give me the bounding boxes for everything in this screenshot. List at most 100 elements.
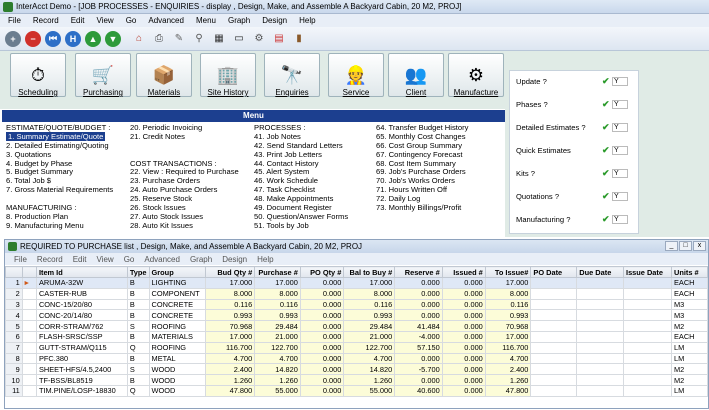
menu-file[interactable]: File: [2, 16, 27, 25]
monitor-icon[interactable]: ▭: [231, 31, 247, 47]
column-header[interactable]: [5, 266, 23, 278]
option-value-field[interactable]: Y: [612, 191, 628, 201]
option-value-field[interactable]: Y: [612, 76, 628, 86]
module-label[interactable]: Client: [384, 88, 448, 97]
submenu-view[interactable]: View: [91, 255, 118, 264]
column-header[interactable]: Due Date: [576, 266, 625, 278]
home-record-icon[interactable]: H: [65, 30, 81, 47]
module-label[interactable]: Materials: [132, 88, 196, 97]
maximize-button[interactable]: □: [679, 241, 692, 251]
minimize-button[interactable]: _: [665, 241, 678, 251]
menu-item-selected[interactable]: 1. Summary Estimate/Quote: [6, 131, 106, 141]
table-row[interactable]: 6 FLASH-SRSC/SSP B MATERIALS 17.000 21.000 0.0…: [5, 330, 709, 343]
table-row[interactable]: 8 PFC.380 B METAL 4.700 4.700 0.000 4.700 0.000 0…: [5, 352, 709, 365]
module-label[interactable]: Site History: [196, 88, 260, 97]
column-header[interactable]: PO Date: [530, 266, 578, 278]
module-label[interactable]: Manufacture: [444, 88, 508, 97]
calendar-icon[interactable]: ▤: [271, 31, 287, 47]
menu-menu[interactable]: Menu: [190, 16, 222, 25]
next-record-icon[interactable]: ▼: [105, 30, 121, 47]
submenu-go[interactable]: Go: [119, 255, 140, 264]
module-label[interactable]: Service: [324, 88, 388, 97]
menu-view[interactable]: View: [90, 16, 119, 25]
table-cell: 0.000: [394, 352, 443, 365]
spreadsheet-icon[interactable]: ▦: [211, 31, 227, 47]
module-label[interactable]: Scheduling: [6, 88, 70, 97]
menu-item[interactable]: 7. Gross Material Requirements: [6, 185, 113, 195]
table-cell: WOOD: [148, 363, 207, 376]
table-row[interactable]: 1 ▸ ARUMA-32W B LIGHTING 17.000 17.000 0.000 17.…: [5, 277, 709, 289]
row-number: 3: [5, 298, 23, 311]
column-header[interactable]: Group: [148, 266, 207, 278]
table-row[interactable]: 7 GUTT-STRAM/Q115 Q ROOFING 116.700 122.700 0.…: [5, 341, 709, 354]
menu-help[interactable]: Help: [293, 16, 321, 25]
first-record-icon[interactable]: ⏮: [45, 30, 61, 47]
table-cell: 0.116: [254, 298, 301, 311]
menu-item[interactable]: 73. Monthly Billings/Profit: [376, 203, 468, 213]
column-header[interactable]: Item Id: [35, 266, 128, 278]
table-cell: [530, 309, 578, 322]
table-cell: WOOD: [148, 374, 207, 386]
menu-graph[interactable]: Graph: [222, 16, 256, 25]
menu-record[interactable]: Record: [27, 16, 65, 25]
exit-door-icon[interactable]: ▮: [291, 31, 307, 47]
delete-record-icon[interactable]: −: [25, 30, 41, 47]
menu-go[interactable]: Go: [120, 16, 143, 25]
table-cell: [576, 352, 625, 365]
menu-design[interactable]: Design: [256, 16, 293, 25]
submenu-edit[interactable]: Edit: [68, 255, 92, 264]
option-value-field[interactable]: Y: [612, 168, 628, 178]
menu-item[interactable]: 21. Credit Notes: [130, 132, 239, 142]
edit-tool-icon[interactable]: ✎: [171, 31, 187, 47]
option-value-field[interactable]: Y: [612, 99, 628, 109]
column-header[interactable]: Issued #: [441, 266, 486, 278]
submenu-file[interactable]: File: [9, 255, 32, 264]
table-row[interactable]: 10 TF-BSS/BL8519 B WOOD 1.260 1.260 0.000 1.260…: [5, 374, 709, 386]
printer-icon[interactable]: ⎙: [151, 31, 167, 47]
menu-header: Menu: [2, 110, 505, 122]
table-row[interactable]: 9 SHEET-HFS/4.5,2400 S WOOD 2.400 14.820 0.000…: [5, 363, 709, 376]
table-cell: 0.000: [441, 352, 486, 365]
option-value-field[interactable]: Y: [612, 214, 628, 224]
module-label[interactable]: Purchasing: [71, 88, 135, 97]
menu-item[interactable]: 9. Manufacturing Menu: [6, 221, 113, 231]
menu-item[interactable]: 28. Auto Kit Issues: [130, 221, 239, 231]
column-header[interactable]: Reserve #: [394, 266, 443, 278]
table-row[interactable]: 2 CASTER-RUB B COMPONENT 8.000 8.000 0.000 8.00…: [5, 287, 709, 300]
menu-advanced[interactable]: Advanced: [142, 16, 190, 25]
table-row[interactable]: 4 CONC-20/14/80 B CONCRETE 0.993 0.993 0.000 0.…: [5, 309, 709, 322]
column-header[interactable]: [21, 266, 37, 278]
menu-item[interactable]: 51. Tools by Job: [254, 221, 348, 231]
column-header[interactable]: Bal to Buy #: [343, 266, 396, 278]
close-button[interactable]: x: [693, 241, 706, 251]
add-record-icon[interactable]: +: [5, 30, 21, 47]
table-row[interactable]: 5 CORR-STRAM/762 S ROOFING 70.968 29.484 0.000…: [5, 320, 709, 332]
module-label[interactable]: Enquiries: [260, 88, 324, 97]
submenu-record[interactable]: Record: [32, 255, 68, 264]
settings-gear-icon[interactable]: ⚙: [251, 31, 267, 47]
checkmark-icon: ✔: [602, 144, 610, 155]
home-icon[interactable]: ⌂: [131, 31, 147, 47]
menu-edit[interactable]: Edit: [65, 16, 91, 25]
previous-record-icon[interactable]: ▲: [85, 30, 101, 47]
table-cell: [576, 309, 625, 322]
table-row[interactable]: 11 TIM.PINE/LOSP-18830 Q WOOD 47.800 55.000 0.…: [5, 384, 709, 397]
column-header[interactable]: Units #: [670, 266, 709, 278]
option-value-field[interactable]: Y: [612, 122, 628, 132]
column-header[interactable]: PO Qty #: [299, 266, 345, 278]
option-value-field[interactable]: Y: [612, 145, 628, 155]
column-header[interactable]: Issue Date: [623, 266, 672, 278]
submenu-help[interactable]: Help: [252, 255, 278, 264]
table-cell: M3: [670, 298, 709, 311]
submenu-advanced[interactable]: Advanced: [139, 255, 185, 264]
column-header[interactable]: Type: [126, 266, 150, 278]
table-row[interactable]: 3 CONC-15/20/80 B CONCRETE 0.116 0.116 0.000 0.…: [5, 298, 709, 311]
table-cell: 0.000: [299, 363, 345, 376]
column-header[interactable]: To Issue#: [484, 266, 532, 278]
table-cell: B: [126, 374, 150, 386]
search-icon[interactable]: ⚲: [191, 31, 207, 47]
submenu-design[interactable]: Design: [217, 255, 252, 264]
column-header[interactable]: Bud Qty #: [205, 266, 256, 278]
column-header[interactable]: Purchase #: [254, 266, 301, 278]
submenu-graph[interactable]: Graph: [185, 255, 217, 264]
